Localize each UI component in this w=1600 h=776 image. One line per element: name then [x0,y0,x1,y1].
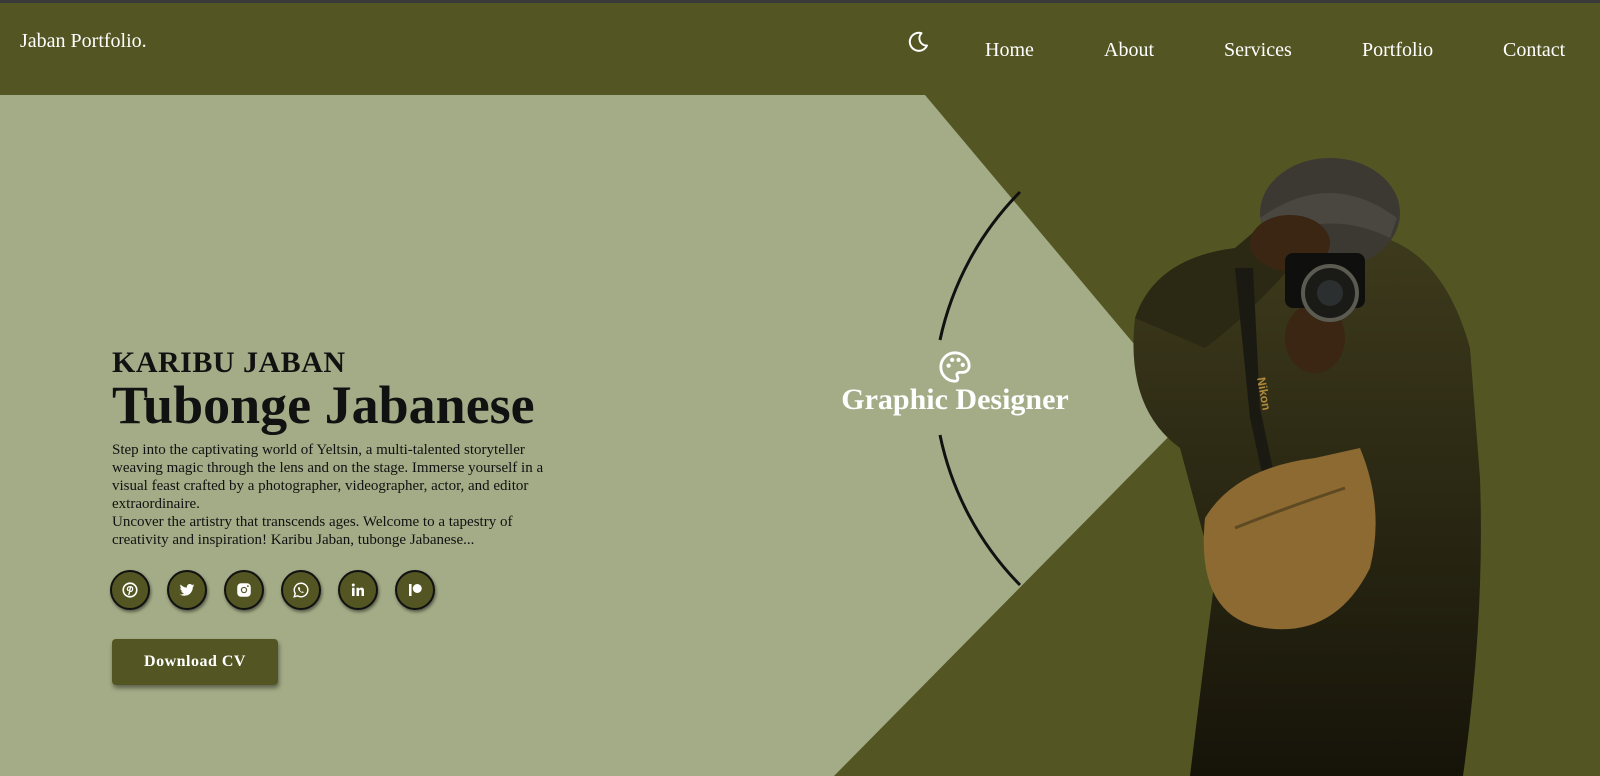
hero-content: KARIBU JABAN Tubonge Jabanese Step into … [112,346,572,549]
instagram-icon[interactable] [224,570,264,610]
hero-headline: Tubonge Jabanese [112,375,535,435]
download-cv-button[interactable]: Download CV [112,639,278,685]
hero-description: Step into the captivating world of Yelts… [112,442,544,512]
pinterest-icon[interactable] [110,570,150,610]
nav-portfolio[interactable]: Portfolio [1362,39,1433,62]
palette-icon [939,351,971,383]
hero-kicker: KARIBU JABAN [112,346,346,379]
role-title: Graphic Designer [841,383,1069,416]
site-header: Jaban Portfolio. Home About Services Por… [0,3,1600,95]
patreon-icon[interactable] [395,570,435,610]
nav-home[interactable]: Home [985,39,1034,62]
nav-about[interactable]: About [1104,39,1154,62]
role-badge: Graphic Designer [830,350,1080,416]
social-links [110,570,435,610]
hero-description-continued: Uncover the artistry that transcends age… [112,514,513,548]
photographer-image: Nikon [1133,158,1481,776]
nav-contact[interactable]: Contact [1503,39,1565,62]
whatsapp-icon[interactable] [281,570,321,610]
moon-icon[interactable] [906,30,930,54]
twitter-icon[interactable] [167,570,207,610]
site-logo[interactable]: Jaban Portfolio. [20,30,147,53]
linkedin-icon[interactable] [338,570,378,610]
nav-services[interactable]: Services [1224,39,1292,62]
